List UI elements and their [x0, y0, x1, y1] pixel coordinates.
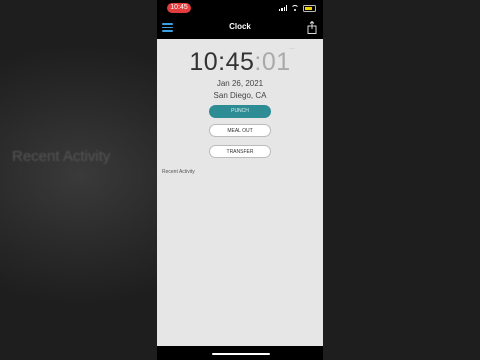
wifi-icon: [291, 5, 299, 11]
background-recent-activity-ghost: Recent Activity: [12, 148, 111, 165]
nav-bar: Clock: [157, 16, 323, 39]
home-indicator-area: [157, 346, 323, 360]
status-icons: [279, 3, 316, 13]
transfer-button[interactable]: TRANSFER: [209, 145, 271, 158]
time-hours-minutes: 10:45: [189, 48, 255, 76]
clock-corner-mark: ....: [289, 45, 295, 51]
time-seconds: :01: [254, 48, 291, 76]
signal-icon: [279, 5, 287, 11]
status-bar: 10:45: [157, 0, 323, 16]
current-date: Jan 26, 2021: [216, 79, 264, 88]
share-icon[interactable]: [307, 21, 317, 34]
current-location: San Diego, CA: [213, 91, 267, 100]
current-time: 10:45:01: [157, 48, 323, 77]
meal-out-button[interactable]: MEAL OUT: [209, 124, 271, 137]
recent-activity-label: Recent Activity: [162, 169, 195, 175]
battery-icon: [303, 4, 316, 12]
status-time[interactable]: 10:45: [167, 3, 191, 13]
phone-screen: 10:45 Clock 10:45:01 .... Jan 26, 2021 S…: [157, 0, 323, 360]
nav-title: Clock: [229, 22, 251, 31]
home-indicator[interactable]: [212, 353, 270, 355]
punch-button[interactable]: PUNCH: [209, 105, 271, 118]
